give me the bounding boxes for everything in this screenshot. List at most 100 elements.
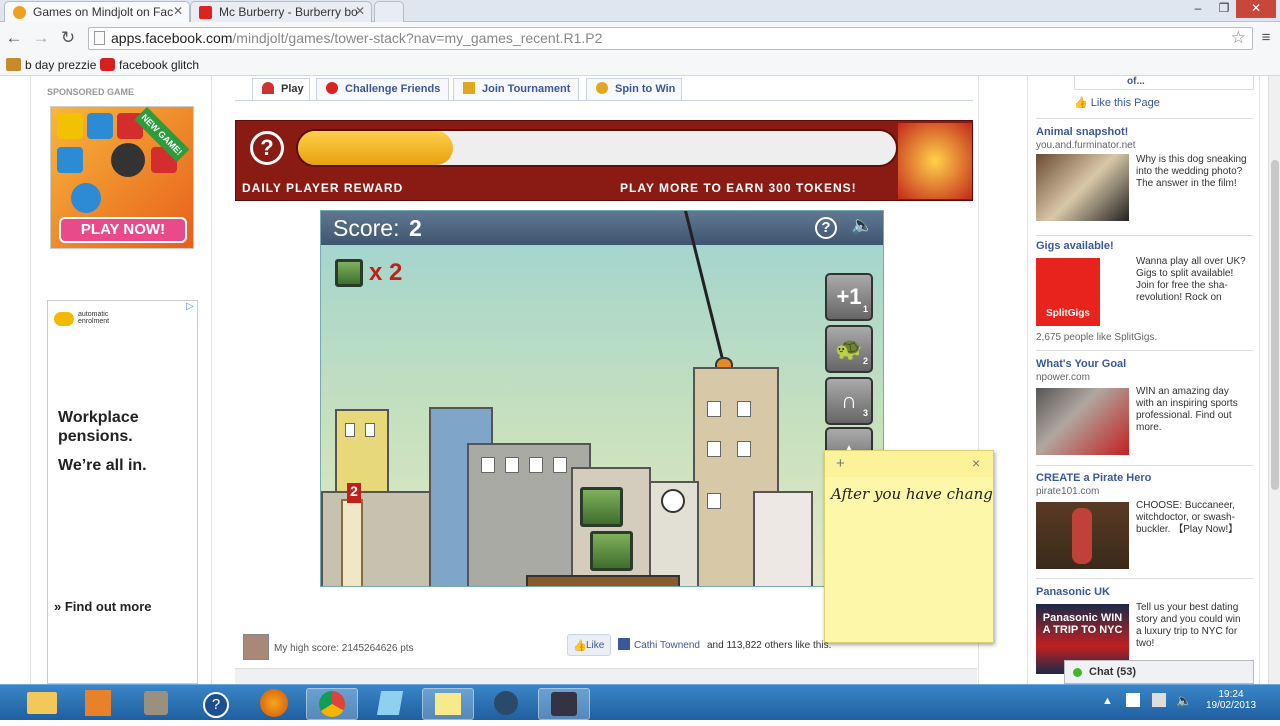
magnet-powerup[interactable]: ∩ 3 — [825, 377, 873, 425]
chat-bar[interactable]: Chat (53) — [1064, 660, 1254, 684]
calculator-app-icon[interactable] — [130, 688, 182, 720]
ad-animal-snapshot[interactable]: Animal snapshot! you.and.furminator.net … — [1036, 126, 1256, 236]
tab-challenge-friends[interactable]: Challenge Friends — [316, 78, 449, 100]
height-marker: 2 — [347, 483, 361, 503]
ad-whats-your-goal[interactable]: What's Your Goal npower.com WIN an amazi… — [1036, 358, 1256, 468]
bookmark-b-day-prezzie[interactable]: b day prezzie — [6, 58, 96, 72]
youtube-icon — [100, 58, 115, 71]
new-tab-button[interactable] — [374, 1, 404, 22]
pirate-figure — [1072, 508, 1092, 564]
file-explorer-icon[interactable] — [16, 688, 68, 720]
close-note-icon[interactable]: × — [972, 455, 980, 471]
tab-burberry[interactable]: Mc Burberry - Burberry bo ✕ — [190, 1, 372, 22]
friend-link[interactable]: Cathi Townend — [634, 640, 700, 651]
page-icon — [94, 31, 105, 45]
vertical-scrollbar[interactable] — [1268, 76, 1280, 684]
mindjolt-favicon-icon — [13, 6, 26, 19]
action-center-icon[interactable] — [1126, 693, 1140, 707]
pension-ad[interactable]: ▷ automatic enrolment Workplace pensions… — [47, 300, 198, 684]
game-header: Score: 2 ? 🔈 — [321, 211, 883, 245]
page-partial[interactable]: of... — [1074, 76, 1254, 90]
notes-app-icon[interactable] — [364, 688, 416, 720]
like-button[interactable]: 👍 Like — [567, 634, 611, 656]
daily-reward-banner[interactable]: ? DAILY PLAYER REWARD PLAY MORE TO EARN … — [235, 120, 973, 201]
ad-pirate-hero[interactable]: CREATE a Pirate Hero pirate101.com CHOOS… — [1036, 472, 1256, 582]
turtle-powerup[interactable]: 🐢 2 — [825, 325, 873, 373]
find-out-more-link[interactable]: » Find out more — [54, 599, 152, 614]
menu-icon[interactable]: ≡ — [1256, 28, 1276, 48]
play-now-button[interactable]: PLAY NOW! — [59, 217, 187, 243]
avatar[interactable] — [243, 634, 269, 660]
ad-title[interactable]: Panasonic UK — [1036, 586, 1256, 598]
reward-progress-bar — [296, 129, 898, 167]
ad-image[interactable]: SplitGigs — [1036, 258, 1100, 326]
ad-image[interactable] — [1036, 502, 1129, 569]
plus-one-powerup[interactable]: +1 1 — [825, 273, 873, 321]
forward-icon[interactable]: → — [31, 28, 51, 48]
divider — [1036, 578, 1253, 579]
tab-mindjolt[interactable]: Games on Mindjolt on Fac ✕ — [4, 1, 190, 22]
ad-title[interactable]: Animal snapshot! — [1036, 126, 1256, 138]
restore-icon[interactable]: ❐ — [1212, 0, 1236, 18]
speaker-icon[interactable]: 🔈 — [851, 215, 873, 236]
scrollbar-thumb[interactable] — [1271, 160, 1279, 490]
spin-icon — [596, 82, 608, 94]
tower-stack-game[interactable]: Score: 2 ? 🔈 x 2 2 +1 1 🐢 2 ∩ 3 — [320, 210, 884, 587]
ad-url: pirate101.com — [1036, 486, 1100, 497]
ad-title[interactable]: Gigs available! — [1036, 240, 1256, 252]
bomb-icon — [111, 143, 145, 177]
help-icon[interactable]: ? — [250, 131, 284, 165]
firefox-icon[interactable] — [248, 688, 300, 720]
like-this-page-link[interactable]: 👍 Like this Page — [1074, 96, 1160, 109]
gift-icon — [898, 123, 972, 199]
ad-title[interactable]: What's Your Goal — [1036, 358, 1256, 370]
tab-join-tournament[interactable]: Join Tournament — [453, 78, 579, 100]
bookmark-facebook-glitch[interactable]: facebook glitch — [100, 58, 199, 72]
show-hidden-icons[interactable]: ▲ — [1102, 695, 1113, 707]
note-text[interactable]: After you have chang — [831, 485, 993, 503]
network-icon[interactable] — [1152, 693, 1166, 707]
url-host: apps.facebook.com — [111, 30, 233, 46]
ad-body: Why is this dog sneaking into the weddin… — [1136, 154, 1247, 189]
window — [505, 457, 519, 473]
close-window-icon[interactable]: ✕ — [1236, 0, 1276, 18]
sticky-note[interactable]: + × After you have chang — [824, 450, 994, 643]
block-icon — [335, 259, 363, 287]
back-icon[interactable]: ← — [4, 28, 24, 48]
window — [737, 441, 751, 457]
challenge-icon — [326, 82, 338, 94]
ad-title[interactable]: CREATE a Pirate Hero — [1036, 472, 1256, 484]
ad-body: CHOOSE: Buccaneer, witchdoctor, or swash… — [1136, 500, 1239, 535]
stacked-block — [580, 487, 623, 527]
high-score: My high score: 2145264626 pts — [274, 643, 414, 654]
close-tab-icon[interactable]: ✕ — [355, 4, 365, 18]
clock[interactable]: 19:24 19/02/2013 — [1200, 689, 1262, 711]
minimize-icon[interactable]: – — [1184, 0, 1212, 18]
tab-play[interactable]: Play — [252, 78, 310, 100]
address-bar[interactable]: apps.facebook.com/mindjolt/games/tower-s… — [88, 27, 1253, 50]
thumbs-up-icon: 👍 — [1074, 97, 1088, 109]
tab-spin-to-win[interactable]: Spin to Win — [586, 78, 682, 100]
app-icon[interactable] — [480, 688, 532, 720]
tab-label: Spin to Win — [615, 83, 676, 95]
reload-icon[interactable]: ↻ — [58, 28, 78, 48]
ad-image[interactable] — [1036, 388, 1129, 455]
star-icon[interactable]: ☆ — [1231, 28, 1246, 48]
window — [529, 457, 543, 473]
sponsored-game-ad[interactable]: NEW GAME! PLAY NOW! — [50, 106, 194, 249]
volume-icon[interactable]: 🔈 — [1176, 693, 1192, 709]
close-tab-icon[interactable]: ✕ — [173, 4, 183, 18]
recorder-app-icon[interactable] — [538, 688, 590, 720]
adchoices-icon[interactable]: ▷ — [183, 301, 197, 315]
multiplier: x 2 — [369, 259, 403, 286]
ad-image[interactable] — [1036, 154, 1129, 221]
puzzle-app-icon[interactable] — [72, 688, 124, 720]
sticky-notes-icon[interactable] — [422, 688, 474, 720]
tab-title: Mc Burberry - Burberry bo — [219, 5, 358, 19]
help-app-icon[interactable]: ? — [190, 688, 242, 720]
chrome-icon[interactable] — [306, 688, 358, 720]
tab-label: Play — [281, 83, 304, 95]
add-note-icon[interactable]: + — [836, 455, 845, 472]
ad-gigs-available[interactable]: Gigs available! SplitGigs Wanna play all… — [1036, 240, 1256, 355]
help-icon[interactable]: ? — [815, 217, 837, 239]
